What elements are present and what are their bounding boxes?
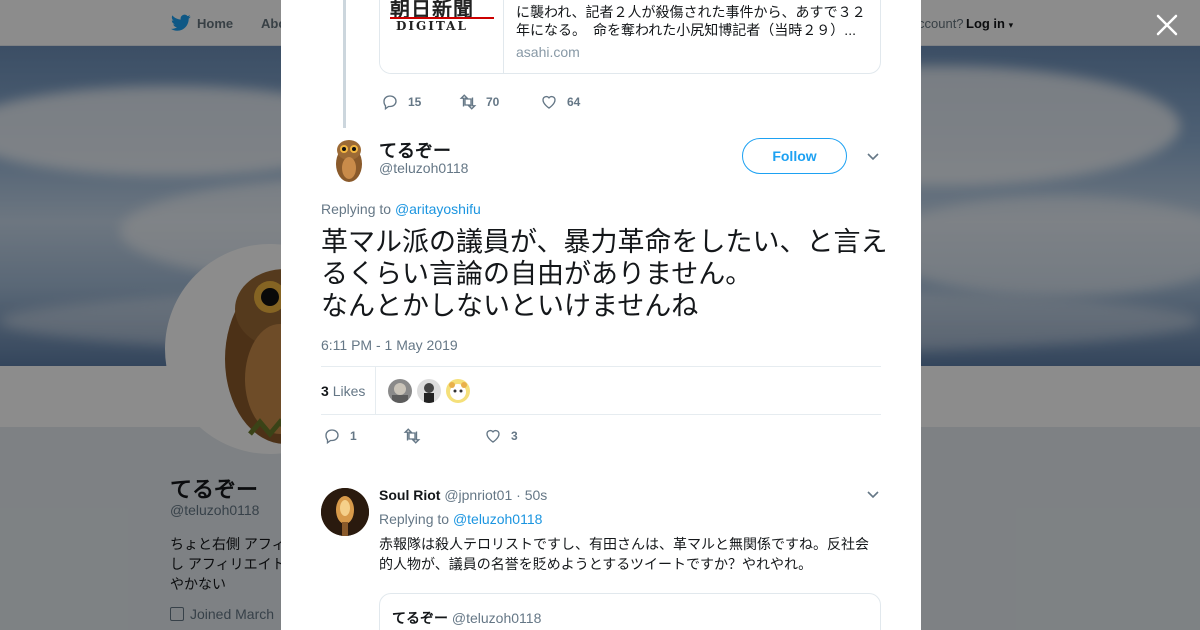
reply-button[interactable]: 1 <box>323 427 403 445</box>
card-thumbnail: 朝日新聞 DIGITAL <box>380 0 504 73</box>
link-card[interactable]: 朝日新聞 DIGITAL に襲われ、記者２人が殺傷された事件から、あすで３２年に… <box>379 0 881 74</box>
liker-avatar[interactable] <box>417 379 441 403</box>
reply-icon <box>383 95 397 111</box>
liker-avatar[interactable] <box>388 379 412 403</box>
close-icon[interactable] <box>1154 12 1180 38</box>
like-button[interactable]: 3 <box>484 427 518 445</box>
like-button[interactable]: 64 <box>540 93 580 111</box>
likes-divider <box>375 367 376 414</box>
tweet-avatar[interactable] <box>331 136 367 184</box>
reply-author-handle[interactable]: @jpnriot01 <box>444 487 512 503</box>
reply-icon <box>325 429 339 445</box>
reply-button[interactable]: 15 <box>381 93 459 111</box>
heart-icon <box>542 95 556 109</box>
thread-line <box>343 0 346 128</box>
reply-text: 赤報隊は殺人テロリストですし、有田さんは、革マルと無関係ですね。反社会的人物が、… <box>379 536 869 572</box>
retweet-button[interactable] <box>403 427 484 445</box>
replying-to-line: Replying to @aritayoshifu <box>321 201 481 217</box>
reply-avatar[interactable] <box>321 488 369 536</box>
asahi-logo-bottom: DIGITAL <box>396 19 468 33</box>
heart-icon <box>486 429 500 443</box>
tweet-text: 革マル派の議員が、暴力革命をしたい、と言えるくらい言論の自由がありません。 なん… <box>321 227 888 321</box>
reply-author-name[interactable]: Soul Riot <box>379 487 440 503</box>
follow-button[interactable]: Follow <box>742 138 847 174</box>
replying-to-link[interactable]: @aritayoshifu <box>395 201 481 217</box>
reply-replying-to: Replying to @teluzoh0118 <box>379 511 543 527</box>
quoted-tweet[interactable]: てるぞー @teluzoh0118 <box>379 593 881 630</box>
quoted-tweet-header: てるぞー @teluzoh0118 <box>392 608 541 628</box>
retweet-button[interactable]: 70 <box>459 93 540 111</box>
liker-avatar[interactable] <box>446 379 470 403</box>
likes-bar: 3 Likes <box>321 366 881 415</box>
card-domain: asahi.com <box>516 44 580 60</box>
tweet-actions: 1 3 <box>323 427 518 445</box>
reply-replying-to-link[interactable]: @teluzoh0118 <box>453 511 542 527</box>
tweet-timestamp[interactable]: 6:11 PM - 1 May 2019 <box>321 337 458 353</box>
likes-count[interactable]: 3 Likes <box>321 383 365 399</box>
card-description: に襲われ、記者２人が殺傷された事件から、あすで３２年になる。 命を奪われた小尻知… <box>516 4 866 38</box>
chevron-down-icon[interactable] <box>866 150 880 164</box>
chevron-down-icon[interactable] <box>866 488 880 502</box>
tweet-modal: 朝日新聞 DIGITAL に襲われ、記者２人が殺傷された事件から、あすで３２年に… <box>281 0 921 630</box>
prev-tweet-actions: 15 70 64 <box>381 93 580 111</box>
retweet-icon <box>459 94 477 110</box>
retweet-icon <box>403 428 421 444</box>
quoted-author-name: てるぞー <box>392 610 448 626</box>
tweet-author-handle[interactable]: @teluzoh0118 <box>379 160 468 176</box>
reply-time[interactable]: · 50s <box>516 487 547 503</box>
quoted-author-handle: @teluzoh0118 <box>451 610 542 626</box>
reply-header: Soul Riot @jpnriot01 · 50s <box>379 487 547 503</box>
